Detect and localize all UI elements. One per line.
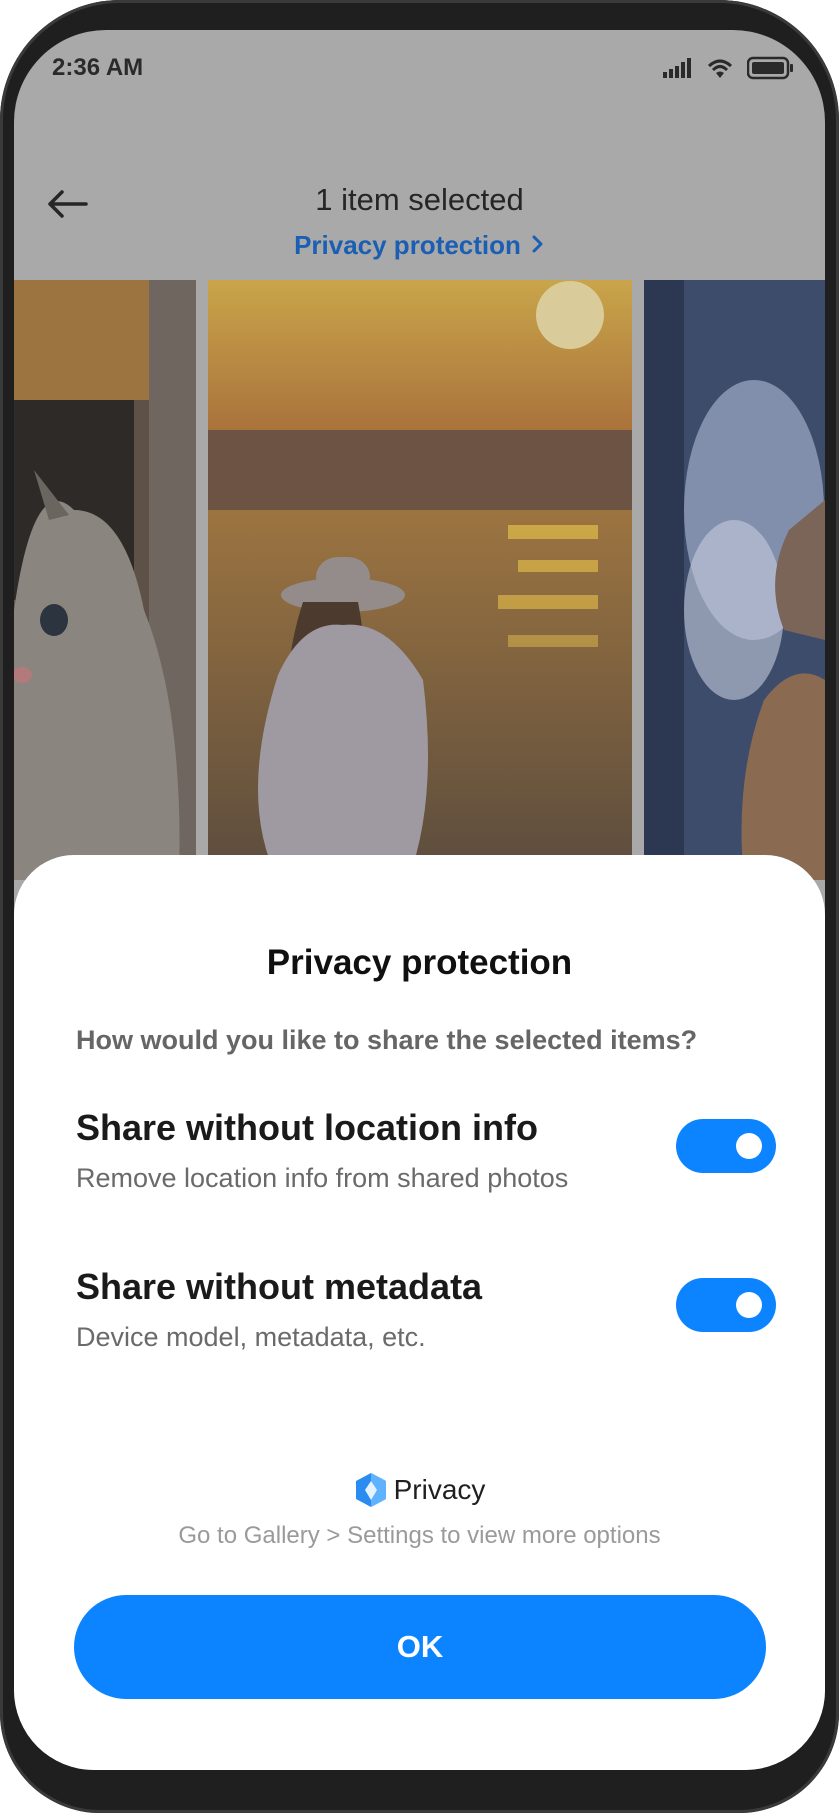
option-subtitle: Device model, metadata, etc.	[76, 1322, 426, 1352]
settings-hint: Go to Gallery > Settings to view more op…	[178, 1522, 661, 1549]
option-location: Share without location info Remove locat…	[76, 1107, 776, 1207]
wifi-icon	[707, 59, 733, 78]
privacy-shield-icon	[355, 1473, 386, 1507]
toggle-knob	[736, 1133, 762, 1159]
chevron-right-icon	[531, 230, 545, 261]
sheet-title: Privacy protection	[266, 943, 573, 982]
status-time: 2:36 AM	[52, 54, 144, 81]
photo-dog-snow[interactable]	[644, 280, 825, 880]
page-title: 1 item selected	[315, 182, 524, 217]
privacy-brand: Privacy	[14, 1472, 825, 1515]
option-title: Share without metadata	[76, 1266, 483, 1307]
metadata-toggle[interactable]	[676, 1278, 776, 1332]
option-subtitle: Remove location info from shared photos	[76, 1163, 569, 1193]
privacy-brand-label: Privacy	[393, 1474, 486, 1505]
signal-icon	[663, 58, 691, 78]
status-bar: 2:36 AM	[14, 30, 825, 110]
privacy-sheet: Privacy protection How would you like to…	[14, 855, 825, 1770]
option-metadata: Share without metadata Device model, met…	[76, 1266, 776, 1366]
photo-cat[interactable]	[14, 280, 196, 880]
photo-sunset-girl[interactable]	[208, 280, 632, 880]
status-icons	[663, 56, 795, 80]
ok-button[interactable]: OK	[74, 1595, 766, 1699]
sheet-question: How would you like to share the selected…	[76, 1025, 698, 1055]
header: 1 item selected Privacy protection	[14, 150, 825, 270]
phone-frame: 2:36 AM 1 item selected Privacy protecti…	[0, 0, 839, 1813]
option-title: Share without location info	[76, 1107, 538, 1148]
privacy-protection-link[interactable]: Privacy protection	[14, 230, 825, 261]
photo-carousel	[14, 280, 825, 880]
battery-icon	[747, 56, 793, 80]
privacy-protection-link-label: Privacy protection	[294, 230, 521, 260]
screen: 2:36 AM 1 item selected Privacy protecti…	[14, 30, 825, 1770]
toggle-knob	[736, 1292, 762, 1318]
location-toggle[interactable]	[676, 1119, 776, 1173]
